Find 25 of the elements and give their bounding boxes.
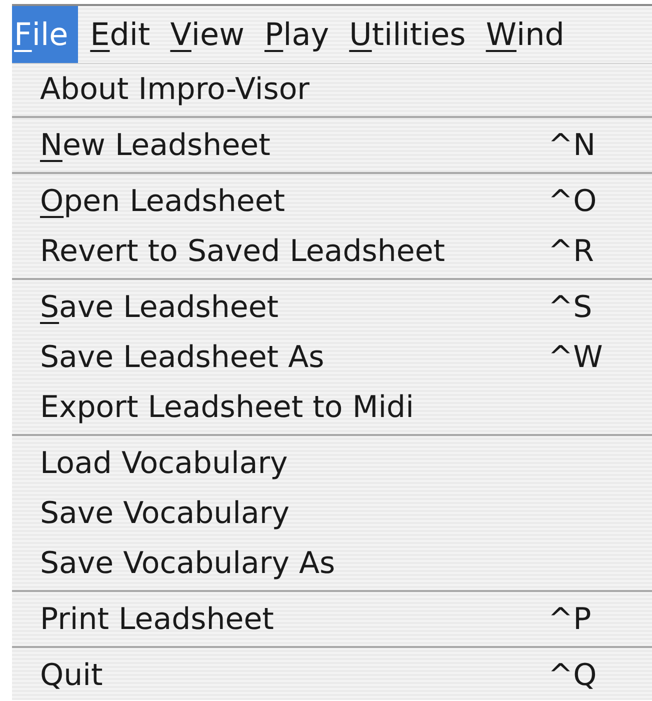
menu-item[interactable]: New Leadsheet <box>40 128 270 162</box>
menu-title[interactable]: Wind <box>480 6 578 63</box>
menu-title[interactable]: View <box>164 6 258 63</box>
menu-title[interactable]: File <box>12 6 78 63</box>
menu-item[interactable]: Print Leadsheet <box>40 602 274 636</box>
shortcut-label: ^P <box>548 602 592 636</box>
menu-item[interactable]: Save Leadsheet As <box>40 340 324 374</box>
menu-item[interactable]: Open Leadsheet <box>40 184 286 218</box>
shortcut-label: ^S <box>548 290 592 324</box>
menu-item[interactable]: Revert to Saved Leadsheet <box>40 234 446 268</box>
menu-title[interactable]: Play <box>258 6 344 63</box>
menu-item[interactable]: Save Vocabulary As <box>40 546 336 580</box>
shortcut-label: ^N <box>548 128 596 162</box>
menu-item[interactable]: Save Leadsheet <box>40 290 279 324</box>
shortcut-label: ^Q <box>548 658 597 692</box>
shortcut-label: ^O <box>548 184 597 218</box>
menu-item[interactable]: Export Leadsheet to Midi <box>40 390 414 424</box>
menu-item[interactable]: Save Vocabulary <box>40 496 290 530</box>
menu-item[interactable]: Quit <box>40 658 103 692</box>
menu-title[interactable]: Utilities <box>343 6 480 63</box>
shortcut-label: ^W <box>548 340 603 374</box>
menu-item[interactable]: About Impro-Visor <box>40 72 310 106</box>
menu-item[interactable]: Load Vocabulary <box>40 446 288 480</box>
shortcut-label: ^R <box>548 234 594 268</box>
menu-title[interactable]: Edit <box>84 6 164 63</box>
